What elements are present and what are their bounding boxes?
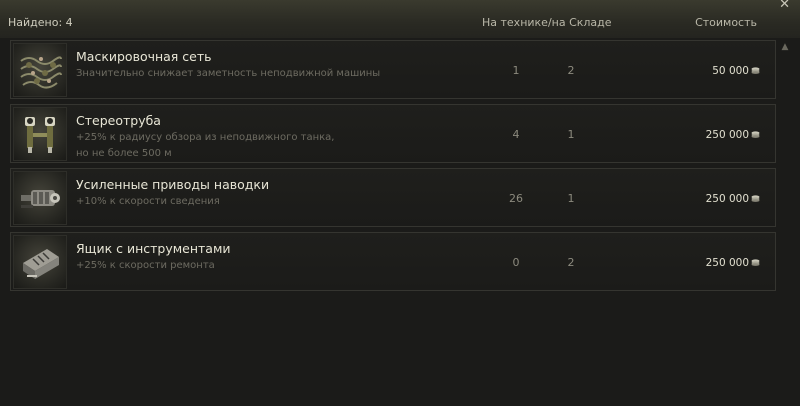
- binocular-periscope-icon: [13, 107, 67, 161]
- scrollbar[interactable]: ▲: [778, 40, 792, 290]
- on-vehicle-count: 4: [512, 128, 520, 141]
- credits-icon: [751, 67, 760, 74]
- scroll-up-icon[interactable]: ▲: [778, 40, 792, 54]
- item-price: 250 000: [705, 257, 749, 269]
- on-vehicle-count: 0: [512, 256, 520, 269]
- window-header: ✕ Найдено: 4 На технике/на Складе Стоимо…: [0, 0, 800, 38]
- item-title: Ящик с инструментами: [76, 241, 231, 256]
- item-description: +25% к скорости ремонта: [76, 260, 215, 271]
- item-description: Значительно снижает заметность неподвижн…: [76, 68, 381, 79]
- list-item[interactable]: Стереотруба +25% к радиусу обзора из неп…: [10, 104, 776, 163]
- in-depot-count: 1: [567, 192, 575, 205]
- item-title: Стереотруба: [76, 113, 161, 128]
- credits-icon: [751, 259, 760, 266]
- toolbox-icon: [13, 235, 67, 289]
- item-title: Усиленные приводы наводки: [76, 177, 270, 192]
- gun-laying-drive-icon: [13, 171, 67, 225]
- item-description: +10% к скорости сведения: [76, 196, 220, 207]
- in-depot-count: 2: [567, 256, 575, 269]
- equipment-list: Маскировочная сеть Значительно снижает з…: [10, 40, 776, 296]
- item-price: 50 000: [712, 65, 749, 77]
- credits-icon: [751, 195, 760, 202]
- list-item[interactable]: Маскировочная сеть Значительно снижает з…: [10, 40, 776, 99]
- on-vehicle-count: 1: [512, 64, 520, 77]
- column-header-price[interactable]: Стоимость: [695, 16, 757, 29]
- list-item[interactable]: Ящик с инструментами +25% к скорости рем…: [10, 232, 776, 291]
- camouflage-net-icon: [13, 43, 67, 97]
- found-count: Найдено: 4: [8, 16, 73, 29]
- item-price: 250 000: [705, 193, 749, 205]
- close-icon[interactable]: ✕: [779, 0, 790, 12]
- in-depot-count: 2: [567, 64, 575, 77]
- item-price: 250 000: [705, 129, 749, 141]
- item-title: Маскировочная сеть: [76, 49, 212, 64]
- on-vehicle-count: 26: [509, 192, 523, 205]
- item-description: +25% к радиусу обзора из неподвижного та…: [76, 132, 335, 159]
- in-depot-count: 1: [567, 128, 575, 141]
- column-header-count[interactable]: На технике/на Складе: [482, 16, 612, 29]
- list-item[interactable]: Усиленные приводы наводки +10% к скорост…: [10, 168, 776, 227]
- credits-icon: [751, 131, 760, 138]
